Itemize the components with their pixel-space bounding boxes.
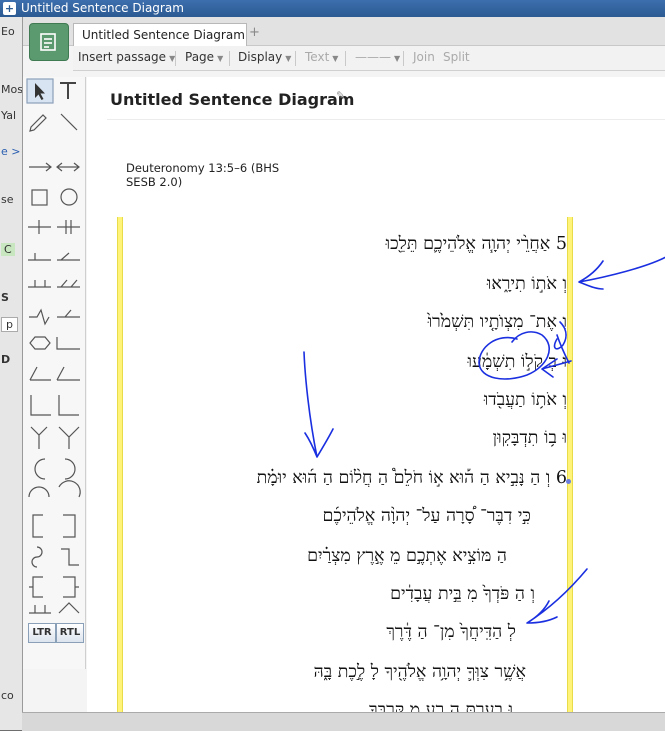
bg-fragment: e > (1, 145, 21, 158)
line-style-label: ——— (355, 50, 391, 64)
left-bracket-tool-icon[interactable] (32, 514, 43, 538)
left-paren-tool-icon[interactable] (34, 458, 46, 480)
insert-passage-button[interactable]: Insert passage ▼ (78, 50, 175, 64)
display-label: Display (238, 50, 283, 64)
insert-passage-label: Insert passage (78, 50, 167, 64)
tool-palette: LTR RTL (23, 77, 86, 669)
join-button[interactable]: Join (413, 50, 435, 64)
page-label: Page (185, 50, 215, 64)
s-curve-tool-icon[interactable] (31, 546, 43, 568)
modifier-line-tool-icon[interactable] (28, 253, 51, 261)
cross-line-tool-icon[interactable] (28, 220, 51, 234)
pedestal-tool-icon[interactable] (29, 605, 51, 614)
chevron-down-icon: ▼ (394, 54, 401, 63)
bracket-tick-tool-icon[interactable] (29, 576, 43, 598)
ellipse-tool-icon[interactable] (60, 188, 78, 206)
elbow-right-tool-icon[interactable] (58, 395, 79, 416)
right-bracket-tool-icon[interactable] (63, 514, 76, 538)
toolbar-separator (229, 51, 230, 66)
corner-line-tool-icon[interactable] (56, 337, 80, 350)
rectangle-tool-icon[interactable] (31, 189, 48, 206)
tab-strip: Untitled Sentence Diagram + (23, 17, 665, 46)
ltr-button[interactable]: LTR (28, 623, 56, 643)
ink-annotations (303, 256, 665, 624)
double-cross-line-tool-icon[interactable] (57, 220, 80, 234)
line-style-button[interactable]: ——— ▼ (355, 50, 400, 64)
chevron-down-icon: ▼ (285, 54, 292, 63)
slant-line-tool-icon[interactable] (57, 252, 80, 261)
text-tool-icon[interactable] (60, 82, 76, 99)
subject-slant-tool-icon[interactable] (56, 366, 80, 381)
diagram-canvas[interactable]: Untitled Sentence Diagram ✎ Deuteronomy … (87, 77, 665, 712)
step-tool-icon[interactable] (61, 548, 79, 566)
hexagon-connector-icon[interactable] (29, 336, 51, 350)
toolbar-separator (295, 51, 296, 66)
bg-fragment: p (1, 317, 18, 332)
zigzag-tool-icon[interactable] (29, 308, 50, 326)
document-menu-button[interactable] (29, 23, 69, 61)
y-fork-tool-icon[interactable] (30, 426, 48, 449)
chevron-down-icon: ▼ (217, 54, 224, 63)
double-slant-tool-icon[interactable] (57, 279, 80, 288)
bg-fragment: S (1, 291, 9, 304)
diagram-tools (26, 78, 81, 614)
caret-tool-icon[interactable] (58, 602, 80, 614)
display-button[interactable]: Display ▼ (238, 50, 291, 64)
window-title: Untitled Sentence Diagram (21, 1, 184, 15)
slant-tick-tool-icon[interactable] (57, 309, 80, 318)
rtl-button[interactable]: RTL (56, 623, 84, 643)
elbow-tool-icon[interactable] (30, 395, 51, 416)
y-fork-right-tool-icon[interactable] (58, 426, 80, 449)
chevron-down-icon: ▼ (332, 54, 339, 63)
logos-app-icon: + (3, 2, 16, 15)
page-button[interactable]: Page ▼ (185, 50, 223, 64)
arc-tool-icon[interactable] (28, 486, 50, 498)
pencil-icon[interactable] (29, 114, 47, 132)
bg-fragment: Yal (1, 109, 17, 122)
bg-fragment: Mos (1, 83, 22, 96)
toolbar-separator (175, 51, 176, 66)
toolbar-separator (345, 51, 346, 66)
bg-fragment: Eo (1, 25, 15, 38)
text-label: Text (305, 50, 330, 64)
bg-fragment: co (1, 689, 14, 702)
right-arrow-tool-icon[interactable] (29, 162, 52, 172)
split-button[interactable]: Split (443, 50, 470, 64)
window-titlebar: + Untitled Sentence Diagram (0, 0, 665, 17)
text-button[interactable]: Text ▼ (305, 50, 338, 64)
right-paren-tool-icon[interactable] (64, 458, 76, 480)
sentence-diagram-window: Untitled Sentence Diagram + Insert passa… (22, 17, 665, 712)
tab-untitled-sentence-diagram[interactable]: Untitled Sentence Diagram (73, 23, 247, 46)
status-bar (22, 712, 665, 731)
bg-fragment: C (1, 243, 15, 256)
bracket-tick-right-tool-icon[interactable] (63, 576, 79, 598)
document-icon (40, 33, 56, 51)
bracket-line-tool-icon[interactable] (28, 280, 51, 288)
double-arrow-tool-icon[interactable] (56, 162, 80, 172)
bg-fragment: se (1, 193, 14, 206)
bg-fragment: D (1, 353, 11, 366)
predicate-slant-tool-icon[interactable] (29, 366, 51, 381)
diagonal-line-tool-icon[interactable] (60, 113, 78, 131)
toolbar: Insert passage ▼ Page ▼ Display ▼ Text ▼ ———… (73, 46, 665, 71)
add-tab-button[interactable]: + (249, 25, 260, 40)
toolbar-separator (403, 51, 404, 66)
background-window: Eo Mos Yal e > se C S p D co (0, 17, 22, 730)
arc-right-tool-icon[interactable] (58, 480, 81, 498)
